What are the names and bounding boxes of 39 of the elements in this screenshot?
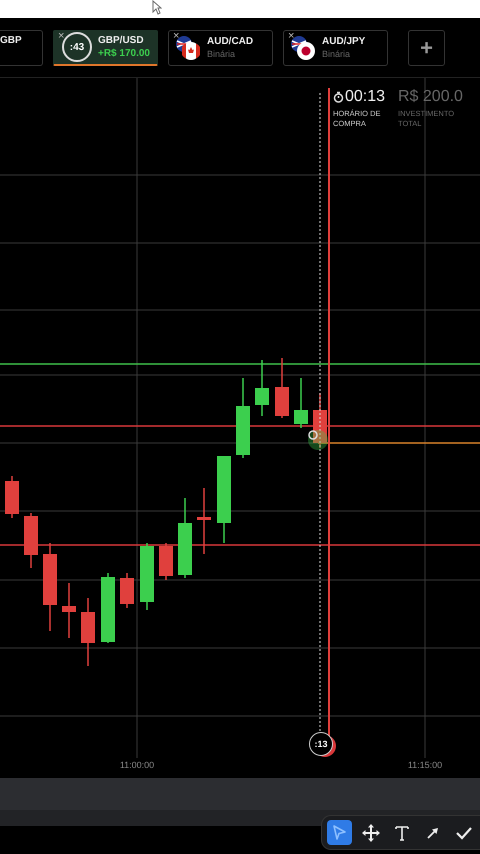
candle: [81, 598, 95, 666]
candle: [140, 543, 154, 610]
candle: [294, 378, 308, 428]
pair-name: GBP/USD: [98, 35, 145, 46]
candle: [275, 358, 289, 418]
candle: [62, 583, 76, 638]
move-icon: [360, 822, 380, 842]
candle: [24, 513, 38, 568]
candle: [120, 573, 134, 608]
profit-amount: +R$ 170.00: [98, 48, 150, 59]
option-type: Binária: [322, 49, 352, 59]
add-button[interactable]: +: [408, 30, 445, 66]
currency-tab[interactable]: × :43 GBP/USD +R$ 170.00: [53, 30, 158, 66]
expiry-timer: :13: [309, 732, 333, 756]
candle: [313, 393, 327, 448]
close-icon[interactable]: ×: [288, 30, 294, 42]
timer-ring: :43: [62, 32, 92, 62]
price-marker: [308, 430, 328, 450]
candle: [101, 573, 115, 643]
currency-tab[interactable]: × AUD/JPY Binária: [283, 30, 388, 66]
currency-tab[interactable]: GBP: [0, 30, 43, 66]
currency-tab[interactable]: × AUD/CAD Binária: [168, 30, 273, 66]
time-label: 11:15:00: [406, 760, 444, 770]
stopwatch-icon: [333, 91, 344, 103]
close-icon[interactable]: ×: [58, 30, 64, 42]
option-type: Binária: [207, 49, 236, 59]
candle: [255, 360, 269, 416]
purchase-timer: 00:13: [345, 88, 386, 106]
pair-name: GBP: [0, 34, 22, 46]
candle: [5, 476, 19, 518]
time-label: 11:00:00: [118, 760, 156, 770]
pair-name: AUD/CAD: [207, 36, 254, 47]
flag-icon: [175, 34, 201, 60]
candle: [159, 543, 173, 580]
investment-amount: R$ 200.0: [398, 88, 464, 106]
candle: [197, 488, 211, 554]
pair-name: AUD/JPY: [322, 36, 366, 47]
close-icon[interactable]: ×: [173, 30, 180, 42]
flag-icon: [290, 34, 316, 60]
